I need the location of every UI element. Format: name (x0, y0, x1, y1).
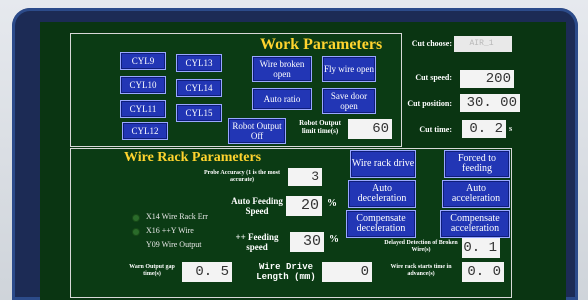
x14-status-lamp (132, 214, 140, 222)
fly-wire-open-button[interactable]: Fly wire open (322, 56, 376, 82)
cut-time-label: Cut time: (419, 125, 452, 134)
robot-output-limit-label: Robot Output limit time(s) (299, 119, 341, 135)
cyl9-button[interactable]: CYL9 (120, 52, 166, 70)
compensate-deceleration-button[interactable]: Compensate deceleration (346, 210, 416, 238)
probe-accuracy-label: Probe Accuracy (1 is the most accurate) (203, 170, 281, 183)
wire-drive-length-field[interactable]: 0 (322, 262, 372, 282)
save-door-open-button[interactable]: Save door open (322, 88, 376, 114)
auto-deceleration-button[interactable]: Auto deceleration (348, 180, 416, 208)
feeding-speed-field[interactable]: 30 (290, 232, 324, 252)
warn-output-gap-label: Warn Output gap time(s) (129, 264, 175, 277)
x14-status-label: X14 Wire Rack Err (146, 212, 208, 221)
cyl10-button[interactable]: CYL10 (120, 76, 166, 94)
wire-rack-drive-button[interactable]: Wire rack drive (350, 150, 416, 178)
cut-speed-label: Cut speed: (415, 73, 452, 82)
robot-output-off-button[interactable]: Robot Output Off (228, 118, 286, 144)
warn-output-gap-field[interactable]: 0. 5 (182, 262, 232, 282)
cyl15-button[interactable]: CYL15 (176, 104, 222, 122)
auto-feeding-percent: % (327, 198, 337, 209)
auto-feeding-speed-label: Auto Feeding Speed (231, 196, 283, 216)
auto-feeding-speed-field[interactable]: 20 (286, 196, 322, 216)
x16-status-label: X16 ++Y Wire (146, 226, 194, 235)
forced-to-feeding-button[interactable]: Forced to feeding (444, 150, 510, 178)
cut-choose-field[interactable]: AIR_1 (454, 36, 512, 52)
cut-position-label: Cut position: (407, 99, 452, 108)
cut-position-field[interactable]: 30. 00 (460, 94, 520, 112)
wire-rack-title: Wire Rack Parameters (124, 150, 262, 165)
wire-rack-starts-field[interactable]: 0. 0 (462, 262, 504, 282)
work-parameters-title: Work Parameters (260, 36, 383, 53)
wire-broken-open-button[interactable]: Wire broken open (252, 56, 312, 82)
delayed-detection-field[interactable]: 0. 1 (462, 238, 500, 258)
feeding-speed-percent: % (329, 234, 339, 245)
cyl14-button[interactable]: CYL14 (176, 79, 222, 97)
cyl11-button[interactable]: CYL11 (120, 100, 166, 118)
cut-choose-label: Cut choose: (411, 39, 452, 48)
feeding-speed-label: ++ Feeding speed (235, 232, 279, 252)
robot-output-limit-field[interactable]: 60 (348, 119, 392, 139)
y09-status-label: Y09 Wire Output (146, 240, 202, 249)
wire-drive-length-label: Wire Drive Length (mm) (256, 262, 316, 282)
wire-rack-starts-label: Wire rack starts time in advance(s) (390, 264, 452, 277)
cut-speed-field[interactable]: 200 (460, 70, 514, 88)
auto-ratio-button[interactable]: Auto ratio (252, 88, 312, 110)
compensate-acceleration-button[interactable]: Compensate acceleration (440, 210, 510, 238)
cyl13-button[interactable]: CYL13 (176, 54, 222, 72)
probe-accuracy-field[interactable]: 3 (288, 168, 322, 186)
delayed-detection-label: Delayed Detection of Broken Wire(s) (384, 240, 458, 253)
cut-time-unit: s (509, 124, 513, 133)
x16-status-lamp (132, 228, 140, 236)
cyl12-button[interactable]: CYL12 (122, 122, 168, 140)
auto-acceleration-button[interactable]: Auto acceleration (442, 180, 510, 208)
cut-time-field[interactable]: 0. 2 (462, 120, 506, 138)
